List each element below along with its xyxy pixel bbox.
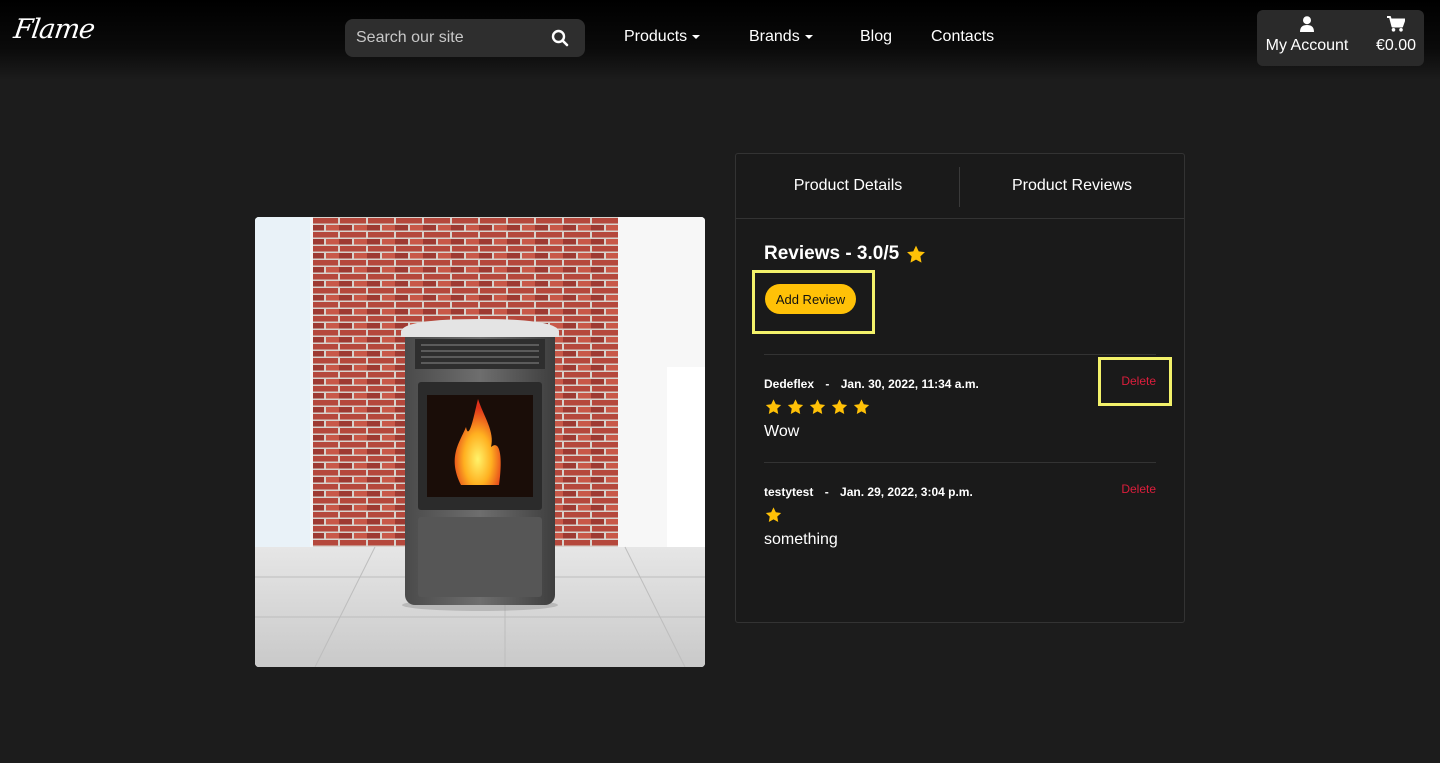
cart-icon xyxy=(1387,16,1405,32)
user-icon xyxy=(1300,16,1314,32)
star-icon xyxy=(765,507,782,522)
tab-product-reviews[interactable]: Product Reviews xyxy=(960,154,1184,218)
add-review-button[interactable]: Add Review xyxy=(765,284,856,314)
review-meta: testytest - Jan. 29, 2022, 3:04 p.m. xyxy=(764,485,1156,499)
search-box xyxy=(345,19,585,57)
nav-products-label: Products xyxy=(624,28,688,45)
review-rating xyxy=(764,506,1156,524)
product-image xyxy=(255,217,705,667)
review-divider xyxy=(764,462,1156,463)
review-author: Dedeflex xyxy=(764,377,815,391)
chevron-down-icon xyxy=(804,35,813,39)
my-account-label: My Account xyxy=(1265,37,1349,54)
reviews-heading: Reviews - 3.0/5 xyxy=(764,243,927,265)
pellet-stove-image xyxy=(255,217,705,667)
nav-products-dropdown[interactable]: Products xyxy=(624,28,701,46)
my-account-button[interactable]: My Account xyxy=(1265,10,1349,66)
nav-blog-link[interactable]: Blog xyxy=(860,28,892,46)
review-date: Jan. 29, 2022, 3:04 p.m. xyxy=(840,485,973,499)
search-icon[interactable] xyxy=(551,29,569,47)
nav-brands-dropdown[interactable]: Brands xyxy=(749,28,813,46)
search-input[interactable] xyxy=(345,19,545,57)
nav-contacts-link[interactable]: Contacts xyxy=(931,28,994,46)
star-icon xyxy=(907,245,926,263)
tab-product-details[interactable]: Product Details xyxy=(736,154,960,218)
product-tabs: Product Details Product Reviews xyxy=(736,154,1184,219)
review-text: something xyxy=(764,531,838,548)
cart-total: €0.00 xyxy=(1375,37,1417,54)
chevron-down-icon xyxy=(692,35,701,39)
review-separator: - xyxy=(825,377,830,391)
review-author: testytest xyxy=(764,485,814,499)
star-icon xyxy=(765,399,782,414)
review-separator: - xyxy=(824,485,829,499)
reviews-title-text: Reviews - 3.0/5 xyxy=(764,243,900,264)
star-icon xyxy=(787,399,804,414)
top-navbar: Flame Products Brands Blog Contacts My A… xyxy=(0,0,1440,80)
cart-button[interactable]: €0.00 xyxy=(1373,10,1419,66)
nav-brands-label: Brands xyxy=(749,28,800,45)
review-date: Jan. 30, 2022, 11:34 a.m. xyxy=(840,377,979,391)
delete-review-button[interactable]: Delete xyxy=(1121,374,1156,388)
brand-logo[interactable]: Flame xyxy=(12,14,96,45)
star-icon xyxy=(809,399,826,414)
product-info-card: Product Details Product Reviews Reviews … xyxy=(735,153,1185,623)
review-text: Wow xyxy=(764,423,800,440)
delete-review-button[interactable]: Delete xyxy=(1121,482,1156,496)
star-icon xyxy=(831,399,848,414)
star-icon xyxy=(853,399,870,414)
review-divider xyxy=(764,354,1156,355)
review-item: testytest - Jan. 29, 2022, 3:04 p.m. som… xyxy=(764,485,1156,549)
account-cart-box: My Account €0.00 xyxy=(1257,10,1424,66)
